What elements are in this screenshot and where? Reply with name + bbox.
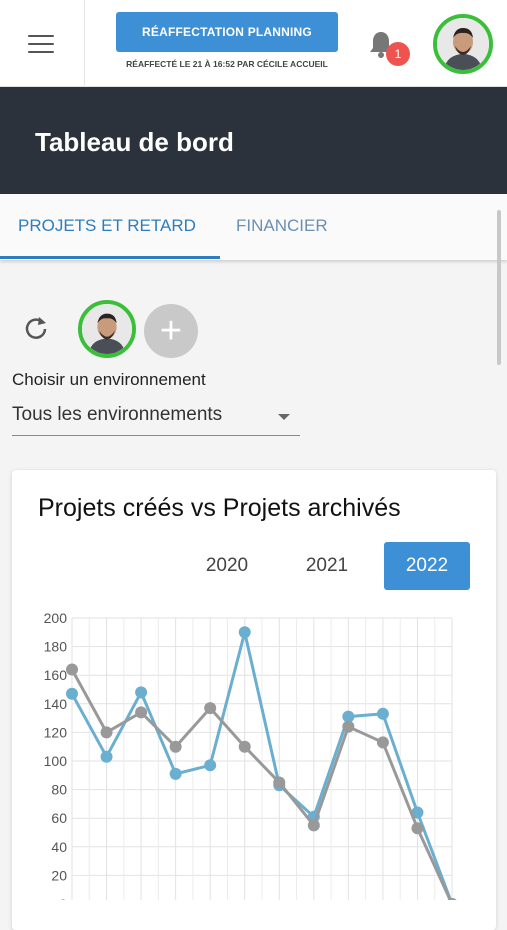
tab-financial[interactable]: FINANCIER	[236, 216, 328, 236]
y-tick-label: 140	[44, 696, 68, 712]
data-point	[238, 626, 251, 639]
environment-select-value: Tous les environnements	[12, 404, 223, 425]
data-point	[169, 767, 182, 780]
add-user-button[interactable]: +	[144, 304, 198, 358]
y-tick-label: 0	[59, 896, 67, 900]
top-bar: RÉAFFECTATION PLANNING RÉAFFECTÉ LE 21 À…	[0, 0, 507, 87]
data-point	[204, 759, 217, 772]
hamburger-menu-icon[interactable]	[28, 35, 54, 55]
data-point	[100, 726, 113, 739]
user-avatar[interactable]	[433, 14, 493, 74]
reallocation-planning-button[interactable]: RÉAFFECTATION PLANNING	[116, 12, 338, 52]
page-header: Tableau de bord	[0, 87, 507, 194]
plus-icon: +	[159, 310, 183, 352]
y-tick-label: 80	[51, 782, 67, 798]
tab-projects-delay[interactable]: PROJETS ET RETARD	[18, 216, 196, 236]
environment-user-avatar[interactable]	[78, 300, 136, 358]
data-point	[135, 706, 148, 719]
person-icon	[437, 18, 489, 70]
y-tick-label: 20	[51, 867, 67, 883]
refresh-icon[interactable]	[22, 314, 50, 342]
data-point	[66, 687, 78, 700]
reallocation-info: RÉAFFECTÉ LE 21 À 16:52 PAR CÉCILE ACCUE…	[126, 59, 328, 69]
y-tick-label: 160	[44, 667, 68, 683]
notification-badge: 1	[386, 42, 410, 66]
data-point	[376, 707, 389, 720]
person-icon	[82, 304, 132, 354]
data-point	[135, 686, 148, 699]
y-tick-label: 120	[44, 724, 68, 740]
line-chart: 200180160140120100806040200	[44, 610, 457, 900]
data-point	[66, 663, 78, 676]
y-tick-label: 60	[51, 810, 67, 826]
data-point	[273, 776, 286, 789]
chevron-down-icon	[278, 414, 290, 420]
environment-select[interactable]: Tous les environnements	[12, 398, 300, 436]
scrollbar[interactable]	[497, 210, 501, 365]
chart-card: Projets créés vs Projets archivés 2020 2…	[12, 470, 496, 930]
y-tick-label: 200	[44, 610, 68, 626]
active-tab-indicator	[0, 256, 220, 259]
divider	[84, 0, 85, 87]
data-point	[238, 740, 251, 753]
data-point	[411, 822, 424, 835]
y-tick-label: 40	[51, 839, 67, 855]
data-point	[100, 750, 113, 763]
environment-label: Choisir un environnement	[12, 370, 206, 389]
data-point	[307, 819, 320, 832]
data-point	[169, 740, 182, 753]
tab-bar: PROJETS ET RETARD FINANCIER	[0, 194, 507, 260]
data-point	[342, 720, 355, 733]
y-tick-label: 100	[44, 753, 68, 769]
data-point	[376, 736, 389, 749]
page-title: Tableau de bord	[35, 127, 234, 157]
y-tick-label: 180	[44, 639, 68, 655]
data-point	[204, 702, 217, 715]
